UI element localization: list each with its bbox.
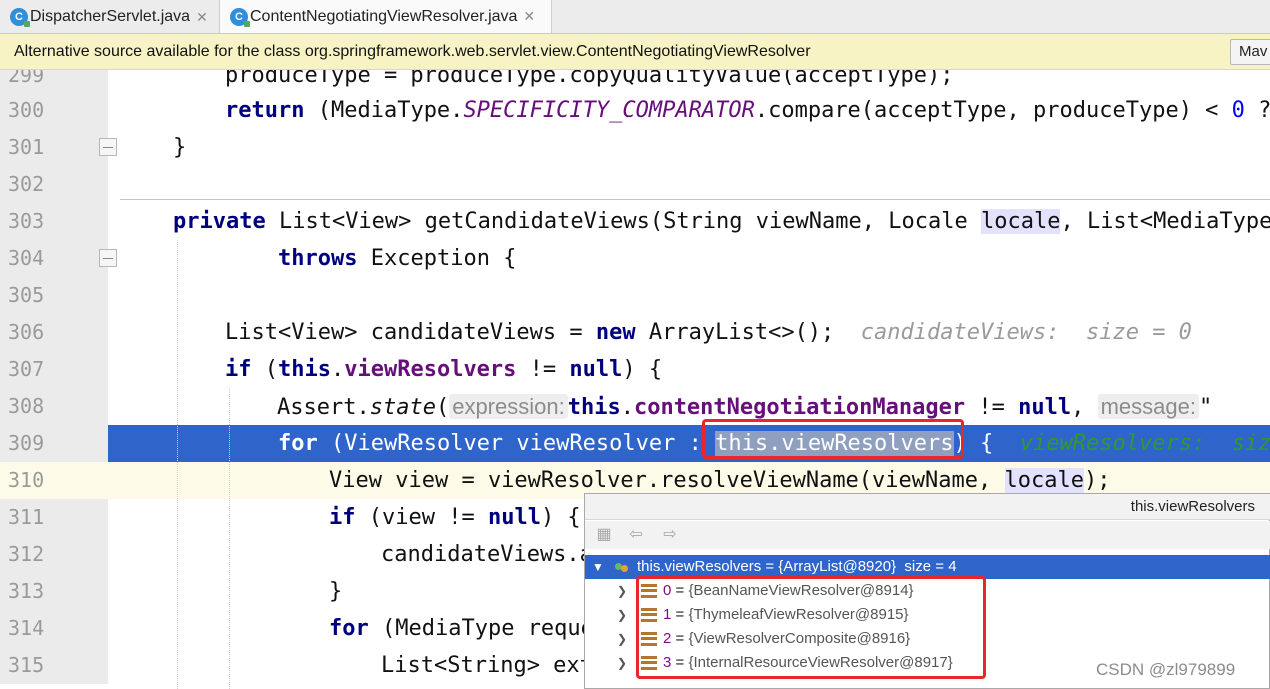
watermark: CSDN @zl979899 (1096, 660, 1236, 679)
code-line: 300 return (MediaType.SPECIFICITY_COMPAR… (0, 92, 1270, 129)
popup-toolbar: ▦ ⇦ ⇨ (585, 521, 1270, 549)
tab-dispatcher-servlet[interactable]: C DispatcherServlet.java ✕ (0, 0, 218, 34)
code-text: List<String> ext (381, 653, 593, 678)
forward-arrow-icon[interactable]: ⇨ (661, 527, 679, 543)
popup-title-bar: this.viewResolvers (585, 494, 1270, 520)
code-text: produceType = produceType.copyQualityVal… (225, 70, 954, 88)
close-icon[interactable]: ✕ (523, 8, 535, 25)
code-line: 304 throws Exception { (0, 240, 1270, 277)
line-number: 309 (8, 431, 45, 455)
annotation-highlight-box (702, 419, 964, 459)
indent-guide (229, 388, 230, 689)
popup-title: this.viewResolvers (1130, 498, 1255, 515)
banner-message: Alternative source available for the cla… (14, 42, 811, 60)
close-icon[interactable]: ✕ (196, 9, 208, 26)
maven-button[interactable]: Mav (1230, 39, 1270, 65)
annotation-highlight-box (636, 576, 986, 679)
alternative-source-banner: Alternative source available for the cla… (0, 34, 1270, 70)
fold-icon[interactable] (99, 249, 117, 267)
gutter: 315 (0, 647, 108, 684)
line-number: 303 (8, 209, 45, 233)
gutter: 300 (0, 92, 108, 129)
java-class-icon: C (10, 8, 30, 27)
line-number: 305 (8, 283, 45, 307)
line-number: 314 (8, 616, 45, 640)
code-line: 308 Assert.state(expression: this.content… (0, 388, 1270, 425)
line-number: 299 (8, 70, 45, 87)
code-line: 302 (0, 166, 1270, 203)
code-text: return (MediaType.SPECIFICITY_COMPARATOR… (225, 98, 1270, 123)
line-number: 300 (8, 98, 45, 122)
gutter: 313 (0, 573, 108, 610)
watch-icon[interactable]: ▦ (595, 527, 613, 543)
parameter-hint: expression: (449, 394, 568, 419)
code-text: private List<View> getCandidateViews(Str… (173, 209, 1270, 234)
back-arrow-icon[interactable]: ⇦ (627, 527, 645, 543)
line-number: 306 (8, 320, 45, 344)
gutter: 311 (0, 499, 108, 536)
code-text: for (MediaType reque (329, 616, 594, 641)
chevron-right-icon[interactable]: ❯ (615, 603, 629, 627)
gutter: 308 (0, 388, 108, 425)
chevron-right-icon[interactable]: ❯ (615, 651, 629, 675)
code-line: 306 List<View> candidateViews = new Arra… (0, 314, 1270, 351)
gutter: 303 (0, 203, 108, 240)
execution-point-line: 309 for (ViewResolver viewResolver : thi… (0, 425, 1270, 462)
line-number: 315 (8, 653, 45, 677)
tab-label: ContentNegotiatingViewResolver.java (250, 7, 518, 25)
chevron-down-icon[interactable]: ▼ (591, 555, 605, 579)
tab-label: DispatcherServlet.java (30, 8, 191, 25)
code-line: 299 produceType = produceType.copyQualit… (0, 70, 1270, 94)
gutter: 306 (0, 314, 108, 351)
line-number: 312 (8, 542, 45, 566)
code-text: candidateViews.a (381, 542, 593, 567)
code-text: throws Exception { (278, 246, 517, 271)
debug-value-hint: candidateViews: size = 0 (860, 320, 1192, 345)
line-number: 311 (8, 505, 45, 529)
gutter: 305 (0, 277, 108, 314)
gutter: 301 (0, 129, 108, 166)
code-text: } (173, 135, 187, 160)
field-watch-icon (615, 560, 629, 574)
line-number: 304 (8, 246, 45, 270)
editor-tab-bar: C DispatcherServlet.java ✕ C ContentNego… (0, 0, 1270, 34)
line-number: 307 (8, 357, 45, 381)
chevron-right-icon[interactable]: ❯ (615, 627, 629, 651)
gutter: 307 (0, 351, 108, 388)
line-number: 308 (8, 394, 45, 418)
code-text: } (329, 579, 343, 604)
line-number: 302 (8, 172, 45, 196)
method-separator (120, 199, 1270, 200)
gutter: 299 (0, 70, 108, 94)
chevron-right-icon[interactable]: ❯ (615, 579, 629, 603)
line-number: 310 (8, 468, 45, 492)
gutter: 310 (0, 462, 108, 499)
code-line: 307 if (this.viewResolvers != null) { (0, 351, 1270, 388)
code-line: 301 } (0, 129, 1270, 166)
code-line: 305 (0, 277, 1270, 314)
indent-guide (177, 240, 178, 689)
gutter: 309 (0, 425, 108, 462)
gutter: 302 (0, 166, 108, 203)
code-line: 303 private List<View> getCandidateViews… (0, 203, 1270, 240)
tab-content-negotiating-view-resolver[interactable]: C ContentNegotiatingViewResolver.java ✕ (219, 0, 552, 33)
gutter: 304 (0, 240, 108, 277)
line-number: 301 (8, 135, 45, 159)
code-text: if (this.viewResolvers != null) { (225, 357, 663, 382)
line-number: 313 (8, 579, 45, 603)
debug-value-hint: viewResolvers: size = 4 (1019, 431, 1270, 456)
code-text: List<View> candidateViews = new ArrayLis… (225, 320, 1192, 345)
gutter: 314 (0, 610, 108, 647)
java-class-icon: C (230, 7, 250, 27)
fold-icon[interactable] (99, 138, 117, 156)
gutter: 312 (0, 536, 108, 573)
parameter-hint: message: (1097, 394, 1199, 419)
code-text: if (view != null) { (329, 505, 581, 530)
